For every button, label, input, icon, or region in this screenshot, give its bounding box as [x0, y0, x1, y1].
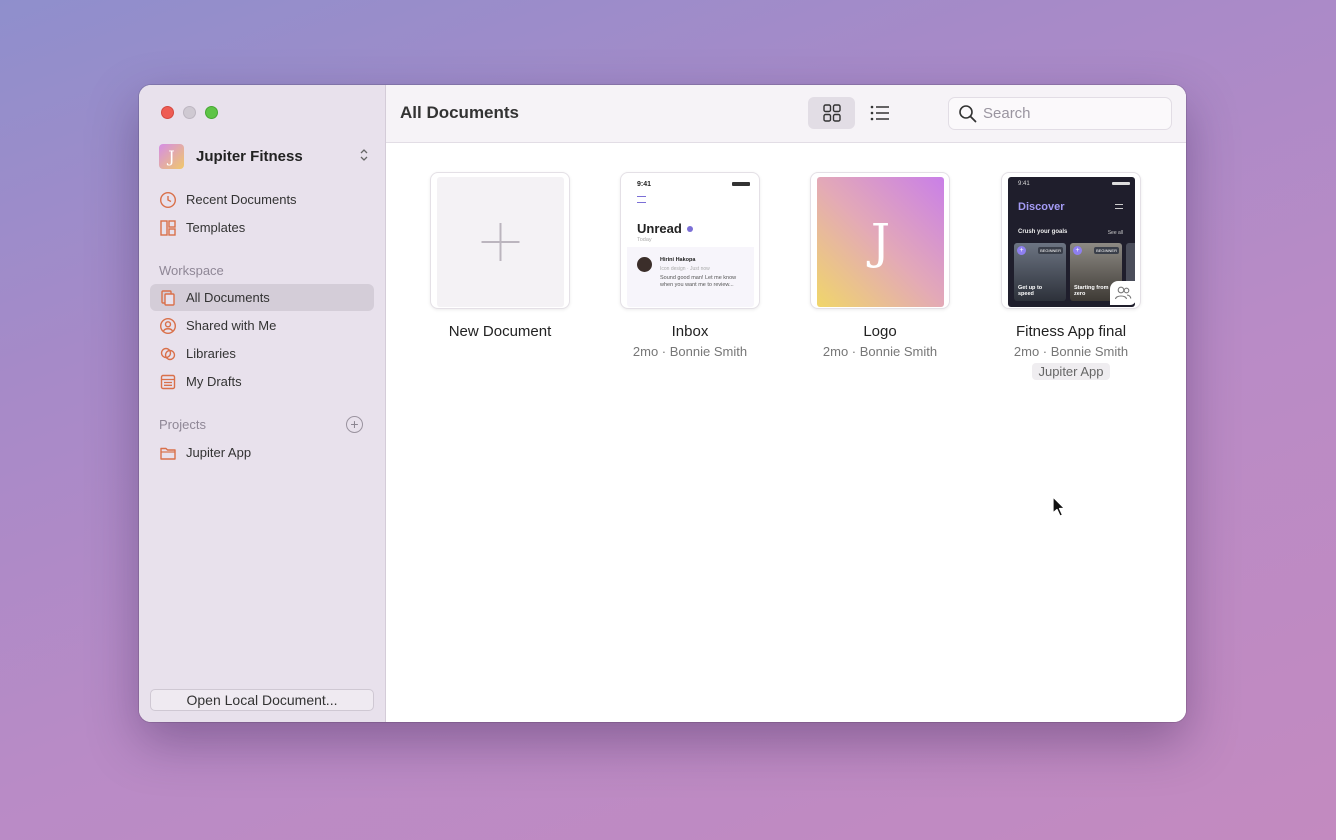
- documents-icon: [161, 289, 175, 306]
- grid-icon: [822, 104, 841, 122]
- sidebar-item-libraries[interactable]: Libraries: [150, 340, 374, 367]
- plus-icon: [481, 223, 520, 261]
- sidebar-item-label: My Drafts: [186, 374, 242, 389]
- document-thumbnail[interactable]: 9:41 Discover Crush your goals See all +…: [1001, 172, 1141, 309]
- workspace-heading: Workspace: [159, 263, 224, 278]
- thumb-sender: Hirini Hakopa: [660, 257, 696, 263]
- logo-letter: J: [870, 214, 891, 270]
- thumb-role: Icon design · Just now: [660, 266, 710, 272]
- sidebar-item-my-drafts[interactable]: My Drafts: [150, 368, 374, 395]
- window-controls: [161, 106, 218, 119]
- drafts-icon: [160, 374, 176, 389]
- search-input[interactable]: [983, 105, 1163, 122]
- document-card-inbox[interactable]: 9:41 Unread Today Hirini Hakopa Icon des…: [620, 172, 760, 359]
- search-icon: [959, 105, 977, 123]
- open-local-document-button[interactable]: Open Local Document...: [150, 689, 374, 711]
- team-switcher[interactable]: J Jupiter Fitness: [159, 142, 369, 170]
- page-title: All Documents: [400, 103, 520, 122]
- chevron-updown-icon: [359, 148, 369, 164]
- main-content: All Documents New Document: [386, 85, 1186, 722]
- close-button[interactable]: [161, 106, 174, 119]
- app-window: J Jupiter Fitness Recent Documents Templ…: [139, 85, 1186, 722]
- document-meta: 2mo · Bonnie Smith: [1013, 344, 1129, 359]
- workout-card: + BEGINNER Get up to speed: [1014, 243, 1066, 301]
- filter-icon: [1115, 204, 1123, 209]
- thumb-sub: Today: [637, 237, 652, 243]
- sidebar-item-label: Libraries: [186, 346, 236, 361]
- list-view-button[interactable]: [856, 97, 903, 129]
- document-thumbnail[interactable]: J: [810, 172, 950, 309]
- templates-icon: [160, 219, 176, 236]
- minimize-button[interactable]: [183, 106, 196, 119]
- document-title: New Document: [448, 323, 552, 340]
- status-bar-icons: [732, 182, 750, 186]
- folder-icon: [160, 447, 176, 460]
- clock-icon: [159, 191, 177, 208]
- unread-dot-icon: [687, 226, 693, 232]
- sidebar-item-label: Recent Documents: [186, 192, 297, 207]
- thumb-message: Sound good man! Let me know when you wan…: [660, 275, 737, 288]
- document-card-logo[interactable]: J Logo 2mo · Bonnie Smith: [810, 172, 950, 359]
- sidebar-item-templates[interactable]: Templates: [150, 214, 374, 241]
- team-name: Jupiter Fitness: [196, 147, 303, 165]
- sidebar-item-jupiter-app[interactable]: Jupiter App: [150, 439, 374, 466]
- document-title: Logo: [863, 323, 897, 340]
- sidebar-item-all-documents[interactable]: All Documents: [150, 284, 374, 311]
- filter-icon: [637, 196, 646, 203]
- thumb-heading: Discover: [1018, 201, 1065, 213]
- thumb-heading: Unread: [637, 221, 682, 236]
- zoom-button[interactable]: [205, 106, 218, 119]
- projects-heading: Projects: [159, 417, 206, 432]
- document-meta: 2mo · Bonnie Smith: [822, 344, 938, 359]
- toolbar: All Documents: [386, 85, 1186, 143]
- new-document-card[interactable]: New Document: [430, 172, 570, 340]
- sidebar-item-shared-with-me[interactable]: Shared with Me: [150, 312, 374, 339]
- person-icon: [159, 317, 177, 334]
- document-title: Fitness App final: [1015, 323, 1127, 340]
- add-project-button[interactable]: +: [346, 416, 363, 433]
- grid-view-button[interactable]: [808, 97, 855, 129]
- project-badge[interactable]: Jupiter App: [1032, 363, 1110, 380]
- sidebar-item-label: Templates: [186, 220, 246, 235]
- document-meta: 2mo · Bonnie Smith: [632, 344, 748, 359]
- document-title: Inbox: [671, 323, 709, 340]
- thumb-time: 9:41: [1018, 181, 1030, 187]
- search-field[interactable]: [948, 97, 1172, 130]
- list-icon: [870, 105, 889, 121]
- sidebar-item-label: All Documents: [186, 290, 270, 305]
- sidebar-item-label: Jupiter App: [186, 445, 252, 460]
- thumb-see-all: See all: [1107, 230, 1123, 236]
- shared-people-icon: [1110, 281, 1136, 305]
- avatar: [637, 257, 652, 272]
- sidebar-item-label: Shared with Me: [186, 318, 277, 333]
- thumb-time: 9:41: [637, 181, 652, 188]
- team-avatar: J: [159, 143, 184, 169]
- sidebar: J Jupiter Fitness Recent Documents Templ…: [139, 85, 386, 722]
- status-bar-icons: [1112, 182, 1130, 185]
- mouse-cursor-icon: [1052, 496, 1066, 517]
- thumb-section: Crush your goals: [1018, 229, 1068, 235]
- sidebar-item-recent-documents[interactable]: Recent Documents: [150, 186, 374, 213]
- libraries-icon: [160, 347, 176, 360]
- document-card-fitness-app-final[interactable]: 9:41 Discover Crush your goals See all +…: [1001, 172, 1141, 380]
- document-thumbnail[interactable]: 9:41 Unread Today Hirini Hakopa Icon des…: [620, 172, 760, 309]
- new-document-thumbnail[interactable]: [430, 172, 570, 309]
